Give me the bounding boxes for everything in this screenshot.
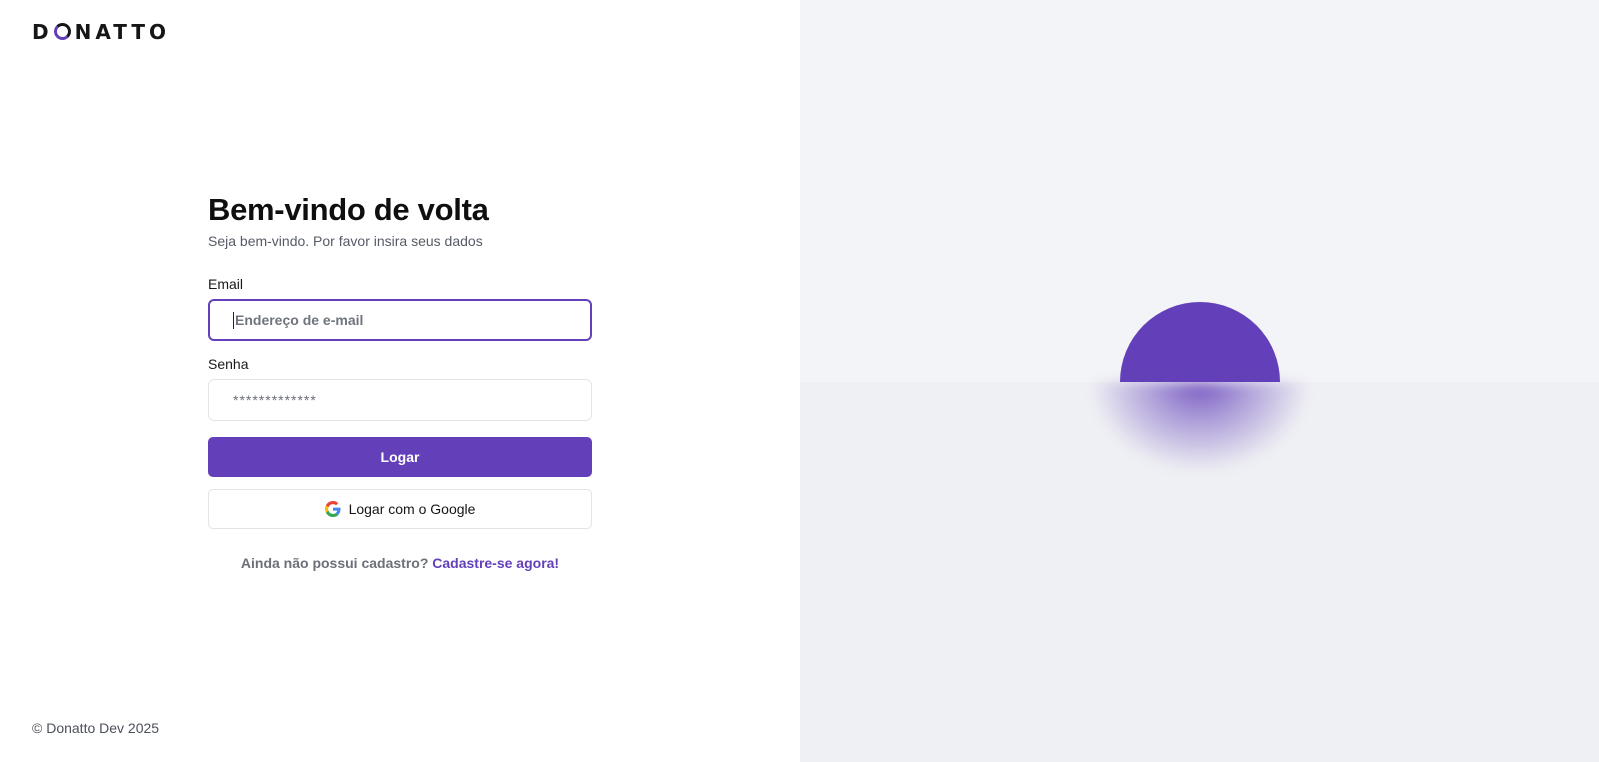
logo-letter-d: D	[32, 19, 53, 44]
email-label: Email	[208, 276, 244, 292]
email-placeholder: Endereço de e-mail	[235, 312, 364, 328]
signup-row: Ainda não possui cadastro? Cadastre-se a…	[208, 555, 592, 571]
login-button[interactable]: Logar	[208, 437, 592, 477]
brand-logo: D NATTO	[32, 19, 171, 44]
google-icon	[324, 501, 341, 517]
google-login-label: Logar com o Google	[348, 501, 476, 517]
google-login-button[interactable]: Logar com o Google	[208, 489, 592, 529]
password-label: Senha	[208, 356, 249, 372]
password-field[interactable]: *************	[208, 379, 592, 421]
signup-link[interactable]: Cadastre-se agora!	[432, 555, 559, 571]
page-subtitle: Seja bem-vindo. Por favor insira seus da…	[208, 233, 483, 249]
email-field[interactable]: Endereço de e-mail	[208, 299, 592, 341]
password-value: *************	[233, 392, 317, 408]
text-caret	[233, 311, 234, 329]
login-form: Bem-vindo de volta Seja bem-vindo. Por f…	[208, 190, 592, 571]
logo-ring-icon	[53, 23, 71, 40]
sun-glow-graphic	[1090, 382, 1310, 492]
footer-copyright: © Donatto Dev 2025	[32, 720, 160, 736]
login-panel: D NATTO Bem-vindo de volta Seja bem-vind…	[0, 0, 800, 762]
page-title: Bem-vindo de volta	[208, 192, 489, 227]
signup-prompt: Ainda não possui cadastro?	[240, 555, 429, 571]
logo-letters-natto: NATTO	[74, 19, 171, 44]
